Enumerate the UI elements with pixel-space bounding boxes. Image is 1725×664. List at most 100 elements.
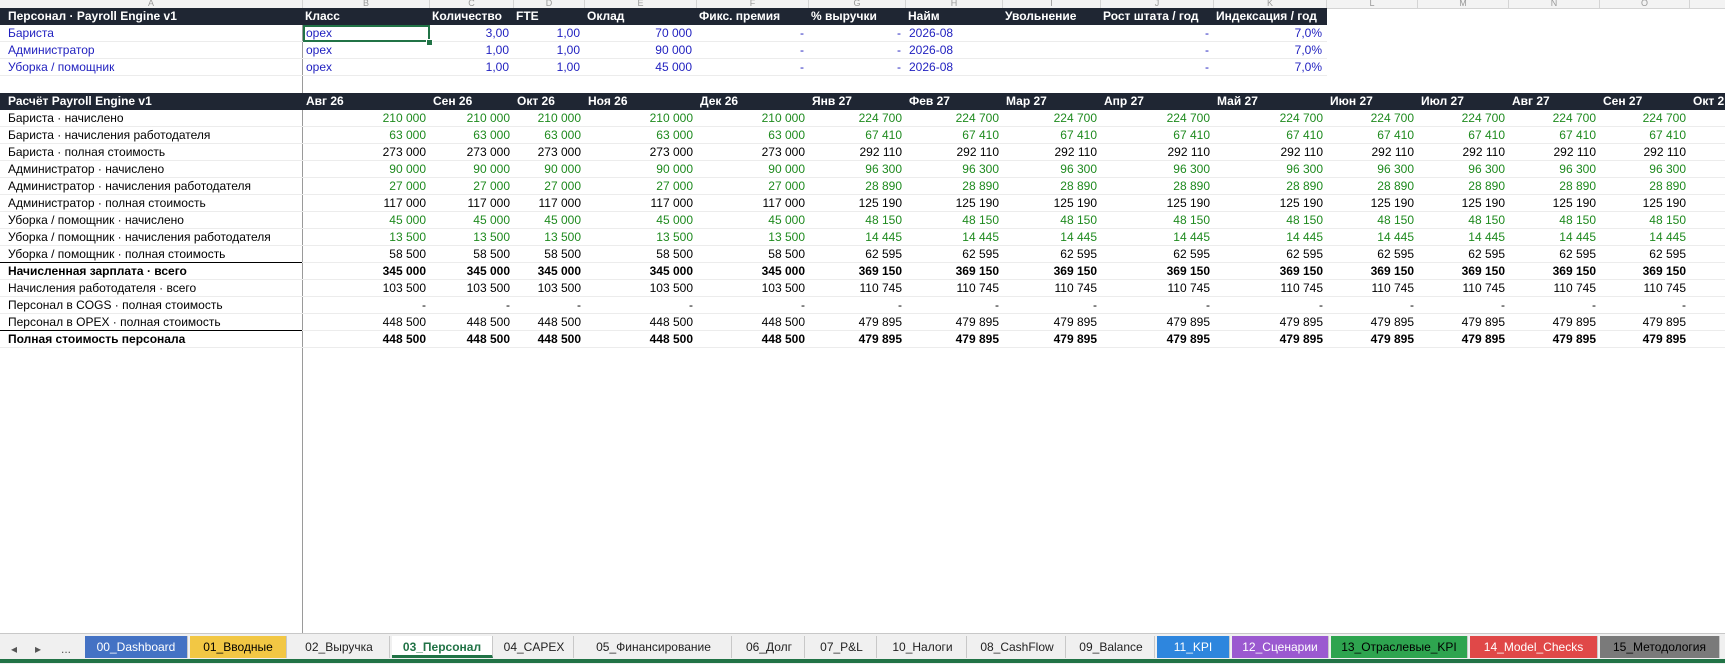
calc-row-label[interactable]: Персонал в OPEX · полная стоимость	[8, 314, 300, 331]
calc-value-cell[interactable]: 110 745	[1509, 280, 1597, 297]
input-rev-cell[interactable]: -	[812, 42, 901, 59]
sheet-tab[interactable]: 03_Персонал	[392, 636, 493, 658]
calc-row-label[interactable]: Уборка / помощник · полная стоимость	[8, 246, 300, 263]
calc-value-cell[interactable]: 48 150	[1003, 212, 1097, 229]
calc-value-cell[interactable]: 28 890	[1101, 178, 1210, 195]
sheet-tab[interactable]: 11_KPI	[1157, 636, 1230, 658]
calc-value-cell[interactable]: 96 300	[1418, 161, 1505, 178]
calc-value-cell[interactable]: 479 895	[1214, 331, 1323, 348]
calc-value-cell[interactable]: 448 500	[303, 314, 426, 331]
calc-value-cell[interactable]: 448 500	[303, 331, 426, 348]
column-header-b[interactable]: B	[303, 0, 430, 8]
calc-value-cell[interactable]: -	[1003, 297, 1097, 314]
calc-value-cell[interactable]: 110 745	[1214, 280, 1324, 297]
input-fire-cell[interactable]	[1006, 25, 1096, 42]
calc-value-cell[interactable]: 292 110	[1418, 144, 1506, 161]
calc-value-cell[interactable]: 479 895	[1003, 314, 1097, 331]
calc-value-cell[interactable]: 67 410	[1418, 127, 1505, 144]
calc-value-cell[interactable]: 292 110	[1600, 144, 1687, 161]
calc-value-cell[interactable]: 224 700	[1418, 110, 1505, 127]
input-hire-cell[interactable]: 2026-08	[909, 25, 998, 42]
calc-value-cell[interactable]: 28 890	[1214, 178, 1323, 195]
calc-value-cell[interactable]: 110 745	[1600, 280, 1687, 297]
sheet-tab[interactable]: 07_P&L	[807, 636, 877, 658]
calc-value-cell[interactable]: 58 500	[585, 246, 693, 263]
column-header-m[interactable]: M	[1418, 0, 1509, 8]
calc-value-cell[interactable]: 210 000	[430, 110, 510, 127]
input-bonus-cell[interactable]: -	[700, 25, 804, 42]
calc-value-cell[interactable]: -	[585, 297, 693, 314]
column-header-f[interactable]: F	[697, 0, 809, 8]
calc-value-cell[interactable]: 210 000	[697, 110, 805, 127]
calc-value-cell[interactable]: 13 500	[514, 229, 581, 246]
column-header-l[interactable]: L	[1327, 0, 1418, 8]
column-header-c[interactable]: C	[430, 0, 514, 8]
calc-value-cell[interactable]: 125 190	[1101, 195, 1210, 212]
input-fire-cell[interactable]	[1006, 59, 1096, 76]
calc-value-cell[interactable]: 210 000	[514, 110, 581, 127]
calc-value-cell[interactable]: 479 895	[1101, 314, 1210, 331]
calc-value-cell[interactable]: 117 000	[514, 195, 582, 212]
calc-value-cell[interactable]: 96 300	[1101, 161, 1210, 178]
calc-value-cell[interactable]: 63 000	[585, 127, 693, 144]
calc-value-cell[interactable]: 125 190	[1214, 195, 1323, 212]
calc-value-cell[interactable]: 58 500	[514, 246, 581, 263]
input-class-cell[interactable]: opex	[306, 59, 425, 76]
input-salary-cell[interactable]: 45 000	[588, 59, 692, 76]
column-header-h[interactable]: H	[906, 0, 1003, 8]
input-bonus-cell[interactable]: -	[700, 42, 804, 59]
calc-value-cell[interactable]: 90 000	[585, 161, 693, 178]
calc-value-cell[interactable]: 479 895	[1418, 314, 1505, 331]
calc-value-cell[interactable]: 273 000	[514, 144, 581, 161]
calc-value-cell[interactable]: 345 000	[430, 263, 510, 280]
calc-value-cell[interactable]: -	[1327, 297, 1414, 314]
calc-value-cell[interactable]: 273 000	[585, 144, 693, 161]
tab-scroll-right-icon[interactable]: ▸	[28, 640, 48, 658]
calc-value-cell[interactable]: 67 410	[1600, 127, 1686, 144]
sheet-tab[interactable]: 12_Сценарии	[1232, 636, 1329, 658]
calc-value-cell[interactable]: 479 895	[1600, 314, 1686, 331]
calc-row-label[interactable]: Администратор · начислено	[8, 161, 300, 178]
calc-value-cell[interactable]: 45 000	[697, 212, 805, 229]
calc-value-cell[interactable]: 110 745	[1418, 280, 1506, 297]
tab-scroll-left-icon[interactable]: ◂	[4, 640, 24, 658]
sheet-tab[interactable]: 09_Balance	[1068, 636, 1155, 658]
calc-value-cell[interactable]: 62 595	[1600, 246, 1686, 263]
input-qty-cell[interactable]: 1,00	[433, 42, 509, 59]
calc-value-cell[interactable]: 224 700	[1214, 110, 1323, 127]
calc-value-cell[interactable]: 13 500	[303, 229, 426, 246]
calc-value-cell[interactable]: 13 500	[697, 229, 805, 246]
calc-value-cell[interactable]: 14 445	[906, 229, 999, 246]
calc-value-cell[interactable]: 14 445	[1214, 229, 1323, 246]
calc-value-cell[interactable]: 62 595	[1101, 246, 1210, 263]
input-index-cell[interactable]: 7,0%	[1217, 59, 1322, 76]
calc-value-cell[interactable]: 45 000	[514, 212, 581, 229]
calc-value-cell[interactable]: 369 150	[809, 263, 902, 280]
calc-value-cell[interactable]: 448 500	[697, 331, 805, 348]
input-qty-cell[interactable]: 1,00	[433, 59, 509, 76]
calc-value-cell[interactable]: 448 500	[585, 331, 693, 348]
calc-value-cell[interactable]: 345 000	[303, 263, 426, 280]
calc-value-cell[interactable]: 369 150	[1418, 263, 1505, 280]
calc-value-cell[interactable]: 479 895	[906, 331, 999, 348]
calc-value-cell[interactable]: 210 000	[303, 110, 426, 127]
calc-value-cell[interactable]: 48 150	[1327, 212, 1414, 229]
calc-value-cell[interactable]: 62 595	[1509, 246, 1596, 263]
calc-value-cell[interactable]: 14 445	[1600, 229, 1686, 246]
calc-value-cell[interactable]: 224 700	[1327, 110, 1414, 127]
calc-value-cell[interactable]: 27 000	[585, 178, 693, 195]
column-header-o[interactable]: O	[1600, 0, 1690, 8]
calc-value-cell[interactable]: 125 190	[1600, 195, 1686, 212]
spreadsheet-grid[interactable]: ABCDEFGHIJKLMNO Персонал · Payroll Engin…	[0, 0, 1725, 633]
calc-value-cell[interactable]: 369 150	[906, 263, 999, 280]
calc-value-cell[interactable]: -	[514, 297, 581, 314]
calc-value-cell[interactable]: 110 745	[906, 280, 1000, 297]
calc-value-cell[interactable]: -	[906, 297, 999, 314]
calc-value-cell[interactable]: 210 000	[585, 110, 693, 127]
calc-value-cell[interactable]: 28 890	[809, 178, 902, 195]
calc-value-cell[interactable]: 28 890	[906, 178, 999, 195]
calc-value-cell[interactable]: 479 895	[1600, 331, 1686, 348]
input-hire-cell[interactable]: 2026-08	[909, 42, 998, 59]
calc-value-cell[interactable]: 345 000	[697, 263, 805, 280]
input-fire-cell[interactable]	[1006, 42, 1096, 59]
